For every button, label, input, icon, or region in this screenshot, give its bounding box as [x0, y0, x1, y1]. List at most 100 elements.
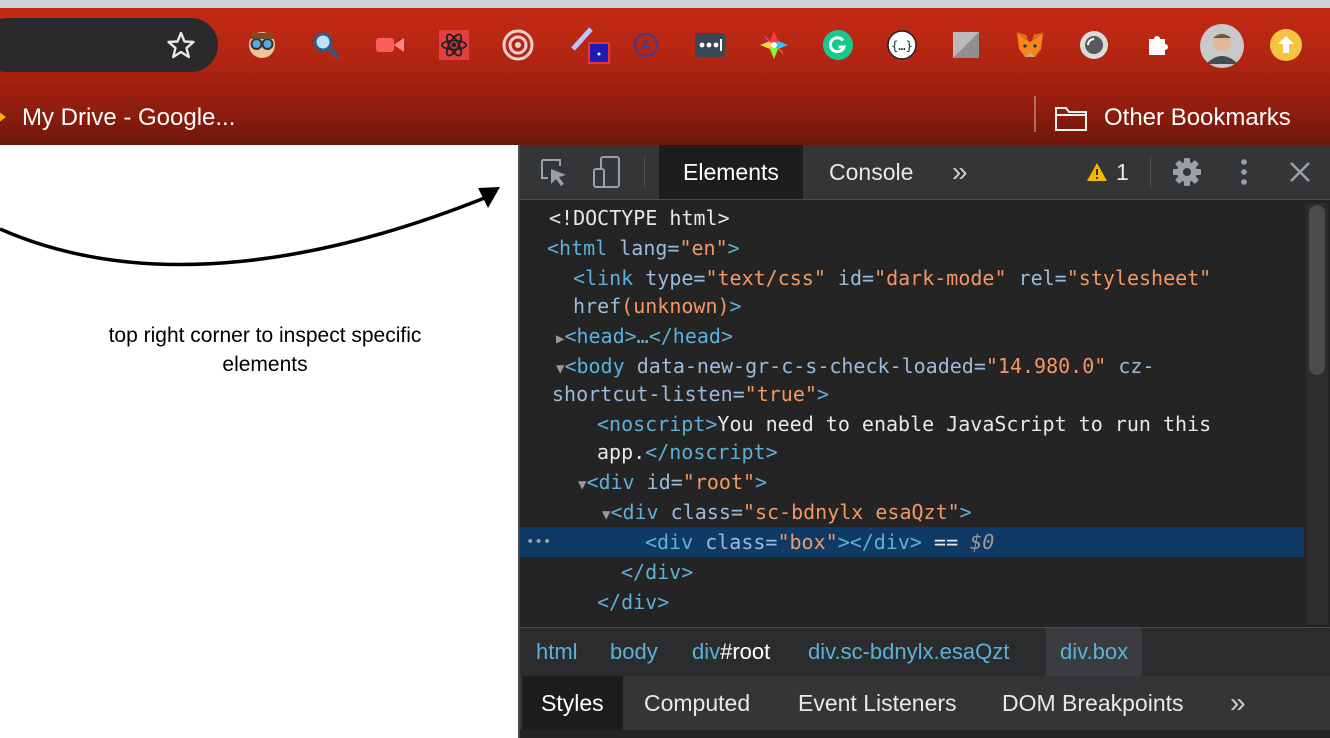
body-value-1: "14.980.0"	[985, 354, 1107, 378]
tab-elements[interactable]: Elements	[659, 145, 803, 199]
tab-styles[interactable]: Styles	[522, 676, 623, 730]
magnifier-extension-icon[interactable]	[309, 28, 343, 62]
dom-node-div-close-1[interactable]: </div>	[520, 557, 1304, 587]
dom-doctype[interactable]: <!DOCTYPE html>	[520, 203, 1304, 233]
body-attr-1: data-new-gr-c-s-check-loaded=	[624, 354, 986, 378]
tab-computed[interactable]: Computed	[625, 676, 769, 730]
html-tag: <html	[547, 236, 608, 260]
bookmarks-divider	[1034, 96, 1036, 132]
dom-node-div-close-2[interactable]: </div>	[520, 587, 1304, 617]
react-devtools-extension-icon[interactable]	[437, 28, 471, 62]
warning-count: 1	[1116, 158, 1129, 185]
div-box-equals: ==	[921, 530, 971, 554]
styles-subtab-bar: Styles Computed Event Listeners DOM Brea…	[520, 676, 1330, 730]
toolbar-separator	[1150, 157, 1151, 187]
div-box-attr: class=	[693, 530, 778, 554]
bookmark-other-bookmarks[interactable]: Other Bookmarks	[1104, 104, 1291, 132]
extensions-puzzle-icon[interactable]	[1141, 28, 1175, 62]
div-sc-tag: <div	[610, 500, 659, 524]
browser-toolbar: A {…} My Drive - Google... Other Bookmar…	[0, 8, 1330, 145]
bookmark-star-icon[interactable]	[164, 28, 198, 62]
annotation-arrow	[0, 187, 500, 267]
json-viewer-extension-icon[interactable]: {…}	[885, 28, 919, 62]
goggles-extension-icon[interactable]	[245, 28, 279, 62]
drive-favicon-icon	[0, 104, 8, 130]
color-wheel-extension-icon[interactable]	[757, 28, 791, 62]
video-recorder-extension-icon[interactable]	[373, 28, 407, 62]
device-toolbar-icon[interactable]	[590, 155, 624, 189]
dom-node-noscript[interactable]: <noscript>You need to enable JavaScript …	[520, 409, 1304, 439]
inspect-element-icon[interactable]	[537, 155, 571, 189]
target-extension-icon[interactable]	[501, 28, 535, 62]
link-rel-value: "stylesheet"	[1066, 266, 1212, 290]
gray-square-extension-icon[interactable]	[949, 28, 983, 62]
dom-node-noscript-cont[interactable]: app.</noscript>	[520, 437, 1304, 467]
noscript-close-tag: </noscript>	[645, 440, 778, 464]
div-root-attr: id=	[634, 470, 683, 494]
link-id-value: "dark-mode"	[874, 266, 1007, 290]
caption-line-2: elements	[222, 353, 308, 376]
dom-node-head[interactable]: ▶<head>…</head>	[520, 321, 1304, 351]
dom-tree-scrollbar[interactable]	[1306, 203, 1328, 625]
link-href-attr: href	[573, 294, 622, 318]
breadcrumb-div-root[interactable]: div#root	[678, 628, 784, 676]
webpage-content: top right corner to inspect specific ele…	[0, 145, 518, 738]
tab-event-listeners[interactable]: Event Listeners	[779, 676, 976, 730]
div-box-value: "box"	[777, 530, 838, 554]
doctype-text: <!DOCTYPE html>	[549, 206, 730, 230]
breadcrumb-div-sc[interactable]: div.sc-bdnylx.esaQzt	[794, 628, 1023, 676]
kebab-menu-icon[interactable]	[1227, 155, 1261, 189]
dom-node-link-href[interactable]: href(unknown)>	[520, 291, 1304, 321]
node-actions-dots-icon[interactable]: •••	[526, 527, 551, 557]
body-attr-2b: shortcut-listen=	[552, 382, 745, 406]
profile-avatar[interactable]	[1200, 24, 1244, 68]
dom-node-body[interactable]: ▼<body data-new-gr-c-s-check-loaded="14.…	[520, 351, 1304, 381]
metamask-fox-icon[interactable]	[1013, 28, 1047, 62]
scrollbar-thumb[interactable]	[1309, 205, 1325, 375]
breadcrumb-div-box[interactable]: div.box	[1046, 628, 1143, 676]
settings-gear-icon[interactable]	[1170, 155, 1204, 189]
link-rel-attr: rel=	[1006, 266, 1067, 290]
dom-node-div-root[interactable]: ▼<div id="root">	[520, 467, 1304, 497]
menu-dots-extension-icon[interactable]	[693, 28, 727, 62]
dom-node-body-cont[interactable]: shortcut-listen="true">	[520, 379, 1304, 409]
warning-counter[interactable]: 1	[1086, 159, 1129, 185]
tab-dom-breakpoints[interactable]: DOM Breakpoints	[983, 676, 1203, 730]
grammarly-icon[interactable]	[821, 28, 855, 62]
svg-text:{…}: {…}	[891, 39, 913, 53]
link-tag: <link	[573, 266, 634, 290]
folder-icon	[1054, 104, 1088, 132]
close-devtools-icon[interactable]	[1283, 155, 1317, 189]
styles-pane-top	[520, 730, 1330, 738]
caption-line-1: top right corner to inspect specific	[108, 324, 422, 347]
dom-node-link[interactable]: <link type="text/css" id="dark-mode" rel…	[520, 263, 1304, 293]
more-subtabs-chevron-icon[interactable]: »	[1230, 676, 1246, 730]
noscript-text-b: app.	[597, 440, 646, 464]
update-arrow-icon[interactable]	[1269, 28, 1303, 62]
dom-node-div-sc[interactable]: ▼<div class="sc-bdnylx esaQzt">	[520, 497, 1304, 527]
toolbar-separator	[644, 157, 645, 187]
html-lang-value: "en"	[679, 236, 728, 260]
div-root-value: "root"	[682, 470, 756, 494]
more-tabs-chevron-icon[interactable]: »	[952, 145, 968, 199]
breadcrumb-body[interactable]: body	[596, 628, 672, 676]
a-extension-icon[interactable]: A	[629, 28, 663, 62]
div-sc-attr: class=	[658, 500, 743, 524]
noscript-text-a: You need to enable JavaScript to run thi…	[717, 412, 1212, 436]
bookmarks-bar: My Drive - Google... Other Bookmarks	[0, 92, 1330, 142]
div-sc-value: "sc-bdnylx esaQzt"	[742, 500, 960, 524]
dom-node-div-box-selected[interactable]: ••• <div class="box"></div> == $0	[520, 527, 1304, 557]
devtools-panel: Elements Console » 1 <!DOCTYPE html> <ht…	[518, 145, 1330, 738]
div-close-tag: </div>	[597, 590, 670, 614]
div-close-tag: </div>	[621, 560, 694, 584]
body-attr-2a: cz-	[1106, 354, 1155, 378]
lens-extension-icon[interactable]	[1077, 28, 1111, 62]
bookmark-my-drive[interactable]: My Drive - Google...	[22, 104, 235, 132]
dom-node-html[interactable]: <html lang="en">	[520, 233, 1304, 263]
window-top-strip	[0, 0, 1330, 8]
breadcrumb-html[interactable]: html	[522, 628, 592, 676]
div-box-close: ></div>	[837, 530, 922, 554]
color-picker-extension-icon[interactable]	[565, 27, 613, 64]
link-id-attr: id=	[825, 266, 875, 290]
tab-console[interactable]: Console	[805, 145, 937, 199]
